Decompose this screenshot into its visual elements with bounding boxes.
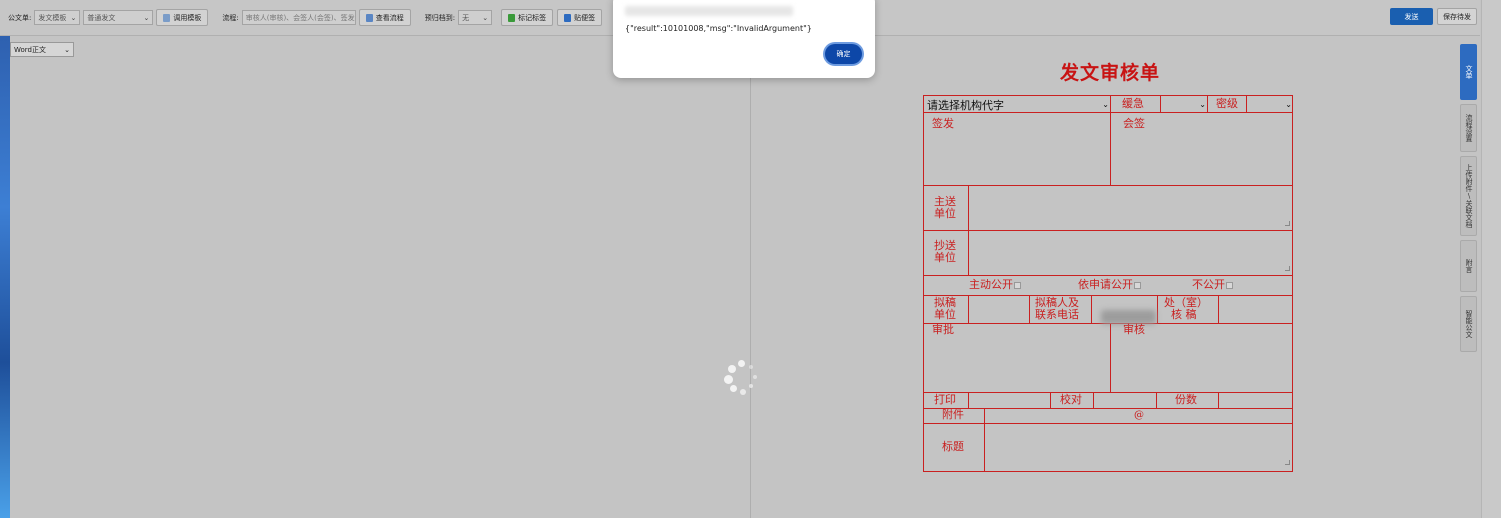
org-select[interactable]: 请选择机构代字 ⌄ xyxy=(927,97,1109,112)
dialog-message: {"result":10101008,"msg":"InvalidArgumen… xyxy=(625,24,812,33)
copies-label: 份数 xyxy=(1175,393,1197,406)
mark-tag-button[interactable]: 标记标签 xyxy=(501,9,554,26)
main-send-label: 主送 单位 xyxy=(934,195,956,220)
public-active-option[interactable]: 主动公开 xyxy=(969,279,1021,291)
attachment-icon[interactable]: @ xyxy=(1134,410,1144,422)
tab-postscript[interactable]: 附言 xyxy=(1460,240,1477,292)
doc-type-label: 公文单: xyxy=(8,13,32,22)
chevron-down-icon: ⌄ xyxy=(70,13,77,22)
countersign-label: 会签 xyxy=(1123,117,1145,130)
tab-smart-document[interactable]: 智能公文 xyxy=(1460,296,1477,352)
redacted-phone xyxy=(1101,310,1156,324)
not-public-checkbox[interactable] xyxy=(1226,281,1233,289)
archive-select[interactable]: 无 ⌄ xyxy=(458,10,493,25)
copy-send-label: 抄送 单位 xyxy=(934,239,956,264)
chevron-down-icon: ⌄ xyxy=(143,13,150,22)
chevron-down-icon: ⌄ xyxy=(1285,100,1292,109)
copies-value[interactable] xyxy=(1219,393,1293,409)
flow-input[interactable]: 审核人(审核)、会签人(会签)、签发人 xyxy=(241,10,356,25)
flow-icon xyxy=(365,13,373,22)
proof-value[interactable] xyxy=(1094,393,1157,409)
office-value[interactable] xyxy=(1219,296,1293,324)
secret-label: 密级 xyxy=(1216,97,1238,110)
public-apply-checkbox[interactable] xyxy=(1134,281,1141,289)
scrollbar[interactable] xyxy=(1481,0,1501,518)
save-draft-button[interactable]: 保存待发 xyxy=(1437,8,1477,25)
flow-label: 流程: xyxy=(222,13,239,22)
resize-handle-icon[interactable] xyxy=(1285,266,1290,271)
urgency-select[interactable]: ⌄ xyxy=(1164,97,1206,112)
view-flow-button[interactable]: 查看流程 xyxy=(358,9,411,26)
ok-button[interactable]: 确定 xyxy=(825,44,862,64)
redacted-dialog-title xyxy=(625,6,793,16)
form-title: 发文审核单 xyxy=(1059,62,1160,84)
loading-spinner-icon xyxy=(723,360,763,400)
approve-label: 审批 xyxy=(932,323,954,336)
doc-template-select[interactable]: 发文模板 ⌄ xyxy=(34,10,81,25)
not-public-option[interactable]: 不公开 xyxy=(1192,279,1233,291)
chevron-down-icon: ⌄ xyxy=(1199,100,1206,109)
tab-document-form[interactable]: 文单 xyxy=(1460,44,1477,100)
view-select[interactable]: Word正文 ⌄ xyxy=(10,42,74,57)
subject-textarea[interactable] xyxy=(985,424,1293,472)
tab-attachments[interactable]: 上传附件\关联文档 xyxy=(1460,156,1477,236)
attachment-label: 附件 xyxy=(942,408,964,421)
side-tabs: 文单 流程设置 上传附件\关联文档 附言 智能公文 xyxy=(1460,44,1477,356)
archive-label: 预归档到: xyxy=(424,13,456,22)
chevron-down-icon: ⌄ xyxy=(482,13,489,22)
proof-label: 校对 xyxy=(1060,393,1082,406)
drafter-label: 拟稿人及 联系电话 xyxy=(1035,296,1079,321)
main-send-textarea[interactable] xyxy=(969,186,1293,231)
tag-icon xyxy=(508,13,516,22)
sign-label: 签发 xyxy=(932,117,954,130)
chevron-down-icon: ⌄ xyxy=(64,45,70,54)
subject-label: 标题 xyxy=(942,440,964,453)
draft-unit-label: 拟稿 单位 xyxy=(934,296,956,321)
office-label: 处（室） 核 稿 xyxy=(1164,296,1208,321)
chevron-down-icon: ⌄ xyxy=(1102,100,1109,109)
review-label: 审核 xyxy=(1123,323,1145,336)
secret-select[interactable]: ⌄ xyxy=(1250,97,1292,112)
send-button[interactable]: 发送 xyxy=(1390,8,1433,25)
tab-flow-settings[interactable]: 流程设置 xyxy=(1460,104,1477,152)
resize-handle-icon[interactable] xyxy=(1285,221,1290,226)
urgency-label: 缓急 xyxy=(1122,97,1144,110)
pane-divider[interactable] xyxy=(750,37,751,518)
public-active-checkbox[interactable] xyxy=(1014,281,1021,289)
draft-unit-value[interactable] xyxy=(969,296,1030,324)
note-icon xyxy=(564,13,572,22)
template-icon xyxy=(163,13,171,22)
alert-dialog: {"result":10101008,"msg":"InvalidArgumen… xyxy=(613,0,875,78)
copy-send-textarea[interactable] xyxy=(969,231,1293,276)
apply-template-button[interactable]: 调用模板 xyxy=(156,9,209,26)
public-apply-option[interactable]: 依申请公开 xyxy=(1078,279,1141,291)
review-form: 请选择机构代字 ⌄ 缓急 ⌄ 密级 ⌄ 签发 会签 主送 单位 抄送 单位 主动公开 … xyxy=(923,95,1293,472)
resize-handle-icon[interactable] xyxy=(1285,460,1290,465)
sticky-note-button[interactable]: 贴便签 xyxy=(557,9,603,26)
print-value[interactable] xyxy=(969,393,1051,409)
doc-kind-select[interactable]: 普通发文 ⌄ xyxy=(83,10,154,25)
desktop-edge xyxy=(0,0,10,518)
print-label: 打印 xyxy=(934,393,956,406)
